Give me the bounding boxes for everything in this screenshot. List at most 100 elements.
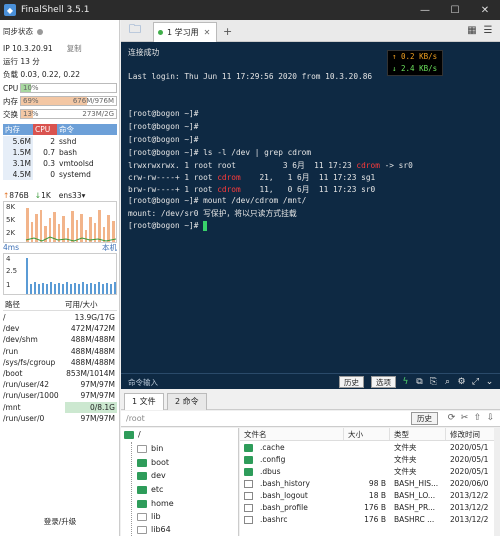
net-interface-select[interactable]: ens33 xyxy=(59,191,82,200)
chevron-down-icon[interactable]: ⌄ xyxy=(484,376,495,388)
uptime: 运行 13 分 xyxy=(3,57,40,66)
mem-value: 69% xyxy=(23,97,39,105)
disk-size: 13.9G/17G xyxy=(65,312,117,324)
folder-icon xyxy=(244,456,253,464)
tab-files[interactable]: 1 文件 xyxy=(124,393,164,410)
file-size: 98 B xyxy=(368,479,386,488)
proc-cpu: 2 xyxy=(33,136,57,147)
proc-col-mem[interactable]: 内存 xyxy=(3,124,33,135)
file-row[interactable]: .bash_history 98 B BASH_HIS... 2020/06/0 xyxy=(240,478,500,490)
folder-icon xyxy=(137,512,147,521)
tree-node[interactable]: home xyxy=(137,497,174,510)
table-row[interactable]: 4.5M 0 systemd xyxy=(3,169,117,180)
tree-node[interactable]: boot xyxy=(137,456,169,469)
proc-cpu: 0 xyxy=(33,169,57,180)
tree-node-label: home xyxy=(151,499,174,508)
fullscreen-icon[interactable]: ⤢ xyxy=(470,376,481,388)
tree-node[interactable]: bin xyxy=(137,442,163,455)
table-row: /boot 853M/1014M xyxy=(3,367,117,380)
close-icon[interactable]: ✕ xyxy=(470,0,500,20)
chevron-down-icon[interactable]: ▾ xyxy=(82,191,86,200)
tree-node-label: dev xyxy=(151,471,166,480)
file-type: BASH_LO... xyxy=(394,491,436,500)
file-size: 176 B xyxy=(364,503,386,512)
tree-connector xyxy=(131,442,132,536)
terminal[interactable]: 连接成功 Last login: Thu Jun 11 17:29:56 202… xyxy=(121,42,500,373)
mem-label: 内存 xyxy=(3,97,18,106)
minimize-icon[interactable]: — xyxy=(410,0,440,20)
refresh-icon[interactable]: ⟳ xyxy=(446,413,457,423)
latency-graph-svg xyxy=(26,258,116,294)
latency-host: 本机 xyxy=(102,243,117,252)
table-row: /run 488M/488M xyxy=(3,345,117,357)
table-row[interactable]: 1.5M 0.7 bash xyxy=(3,147,117,158)
file-row[interactable]: .config 文件夹 2020/05/1 xyxy=(240,454,500,466)
tab-commands[interactable]: 2 命令 xyxy=(167,393,207,410)
file-row[interactable]: .bashrc 176 B BASHRC ... 2013/12/2 xyxy=(240,514,500,526)
file-row[interactable]: .cache 文件夹 2020/05/1 xyxy=(240,442,500,454)
proc-cpu: 0.7 xyxy=(33,147,57,158)
gear-icon[interactable]: ⚙ xyxy=(456,376,467,388)
disk-table-header: 路径 可用/大小 xyxy=(3,299,117,311)
ls-highlight: cdrom xyxy=(356,161,380,170)
paste-icon[interactable]: ⎘ xyxy=(428,376,439,388)
proc-col-cpu[interactable]: CPU xyxy=(33,124,57,135)
prompt-text: [root@bogon ~]# xyxy=(128,221,204,230)
upload-icon[interactable]: ⇧ xyxy=(472,413,483,423)
table-row[interactable]: 3.1M 0.3 vmtoolsd xyxy=(3,158,117,169)
options-button[interactable]: 选项 xyxy=(371,376,396,388)
disk-path: /run/user/42 xyxy=(3,380,50,390)
col-modified[interactable]: 修改时间 xyxy=(446,428,500,440)
path-history-button[interactable]: 历史 xyxy=(411,412,438,425)
tab-session[interactable]: 1 学习用 ✕ xyxy=(153,22,217,42)
file-size xyxy=(344,454,390,466)
folder-icon[interactable]: 🗀 xyxy=(126,22,144,38)
net-up-speed: ↑ 0.2 KB/s xyxy=(392,52,438,61)
tree-node-label: / xyxy=(138,430,141,439)
table-row[interactable]: 5.6M 2 sshd xyxy=(3,136,117,147)
disk-col-size[interactable]: 可用/大小 xyxy=(65,299,98,310)
terminal-line: lrwxrwxrwx. 1 root root 3 6月 11 17:23 cd… xyxy=(128,160,413,171)
file-list-header: 文件名 大小 类型 修改时间 xyxy=(240,428,500,441)
folder-icon xyxy=(137,499,147,508)
disk-size: 488M/488M xyxy=(65,345,117,357)
proc-col-cmd[interactable]: 命令 xyxy=(57,124,74,135)
add-tab-icon[interactable]: + xyxy=(223,25,232,38)
ls-text: -> sr0 xyxy=(379,161,413,170)
search-icon[interactable]: ⌕ xyxy=(442,376,453,388)
menu-icon[interactable]: ☰ xyxy=(482,24,494,36)
lightning-icon[interactable]: ϟ xyxy=(400,376,411,388)
col-size[interactable]: 大小 xyxy=(344,428,390,440)
scissors-icon[interactable]: ✂ xyxy=(459,413,470,423)
table-row: /dev/shm 488M/488M xyxy=(3,334,117,346)
file-icon xyxy=(244,516,253,524)
disk-size: 488M/488M xyxy=(65,334,117,346)
close-tab-icon[interactable]: ✕ xyxy=(204,28,211,37)
maximize-icon[interactable]: ☐ xyxy=(440,0,470,20)
tree-node[interactable]: dev xyxy=(137,469,166,482)
copy-ip-link[interactable]: 复制 xyxy=(67,43,82,54)
tree-node[interactable]: etc xyxy=(137,483,163,496)
file-row[interactable]: .dbus 文件夹 2020/05/1 xyxy=(240,466,500,478)
col-filename[interactable]: 文件名 xyxy=(240,428,344,440)
tree-node[interactable]: lib64 xyxy=(137,523,171,536)
network-graph-svg xyxy=(25,208,116,242)
grid-view-icon[interactable]: ▦ xyxy=(466,24,478,36)
tree-node[interactable]: lib xyxy=(137,510,161,523)
tree-node-label: boot xyxy=(151,458,170,467)
file-row[interactable]: .bash_logout 18 B BASH_LO... 2013/12/2 xyxy=(240,490,500,502)
cpu-label: CPU xyxy=(3,84,19,93)
file-name: .cache xyxy=(260,443,285,452)
tree-node-label: etc xyxy=(151,485,164,494)
file-list-scrollbar[interactable] xyxy=(494,428,500,536)
path-input[interactable]: /root xyxy=(126,414,145,423)
login-upgrade-link[interactable]: 登录/升级 xyxy=(0,516,120,527)
download-icon[interactable]: ⇩ xyxy=(485,413,496,423)
col-type[interactable]: 类型 xyxy=(390,428,446,440)
disk-col-path[interactable]: 路径 xyxy=(3,299,65,310)
history-button[interactable]: 历史 xyxy=(339,376,364,388)
command-input[interactable]: 命令输入 xyxy=(128,377,158,388)
tree-node-root[interactable]: / xyxy=(124,428,141,441)
copy-icon[interactable]: ⧉ xyxy=(414,376,425,388)
file-row[interactable]: .bash_profile 176 B BASH_PR... 2013/12/2 xyxy=(240,502,500,514)
